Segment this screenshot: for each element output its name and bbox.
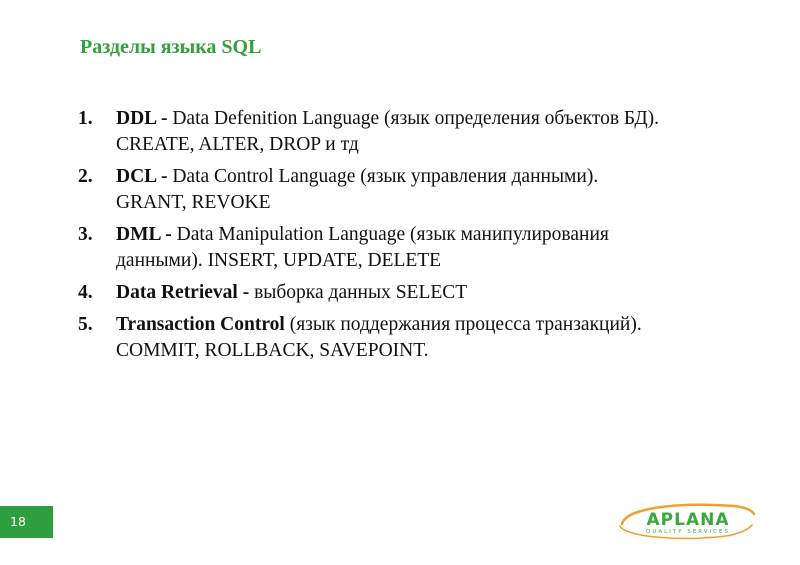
logo-tagline: QUALITY SERVICES bbox=[646, 529, 730, 535]
list-item-line: Data Retrieval - выборка данных SELECT bbox=[116, 280, 778, 306]
list-item-line: DDL - Data Defenition Language (язык опр… bbox=[116, 106, 778, 132]
sql-sections-list: 1. DDL - Data Defenition Language (язык … bbox=[78, 106, 778, 370]
list-item-number: 2. bbox=[78, 166, 93, 187]
list-item-term: Data Retrieval - bbox=[116, 282, 250, 303]
page-number-badge: 18 bbox=[0, 506, 53, 538]
list-item-line: COMMIT, ROLLBACK, SAVEPOINT. bbox=[116, 340, 429, 361]
list-item-line: DML - Data Manipulation Language (язык м… bbox=[116, 222, 778, 248]
list-item-number: 1. bbox=[78, 108, 93, 129]
list-item-term: DDL - bbox=[116, 108, 168, 129]
list-item-dml: 3. DML - Data Manipulation Language (язы… bbox=[78, 222, 778, 274]
list-item-data-retrieval: 4. Data Retrieval - выборка данных SELEC… bbox=[78, 280, 778, 306]
list-item-number: 4. bbox=[78, 282, 93, 303]
list-item-term: DML - bbox=[116, 224, 172, 245]
list-item-line: CREATE, ALTER, DROP и тд bbox=[116, 134, 359, 155]
logo-name: APLANA bbox=[647, 510, 730, 530]
list-item-ddl: 1. DDL - Data Defenition Language (язык … bbox=[78, 106, 778, 158]
slide-title: Разделы языка SQL bbox=[80, 36, 262, 58]
list-item-description: Data Manipulation Language (язык манипул… bbox=[171, 224, 609, 245]
list-item-term: DCL - bbox=[116, 166, 168, 187]
aplana-logo-graphic: APLANA QUALITY SERVICES bbox=[619, 503, 756, 540]
list-item-line: данными). INSERT, UPDATE, DELETE bbox=[116, 250, 442, 271]
list-item-line: DCL - Data Control Language (язык управл… bbox=[116, 164, 778, 190]
list-item-description: (язык поддержания процесса транзакций). bbox=[284, 314, 642, 335]
list-item-description: Data Control Language (язык управления д… bbox=[167, 166, 599, 187]
list-item-term: Transaction Control bbox=[116, 314, 285, 335]
list-item-number: 5. bbox=[78, 314, 93, 335]
aplana-logo: APLANA QUALITY SERVICES bbox=[616, 500, 756, 542]
list-item-description: Data Defenition Language (язык определен… bbox=[167, 108, 660, 129]
list-item-transaction-control: 5. Transaction Control (язык поддержания… bbox=[78, 312, 778, 364]
list-item-line: Transaction Control (язык поддержания пр… bbox=[116, 312, 778, 338]
list-item-dcl: 2. DCL - Data Control Language (язык упр… bbox=[78, 164, 778, 216]
list-item-number: 3. bbox=[78, 224, 93, 245]
list-item-line: GRANT, REVOKE bbox=[116, 192, 271, 213]
list-item-description: выборка данных SELECT bbox=[249, 282, 468, 303]
